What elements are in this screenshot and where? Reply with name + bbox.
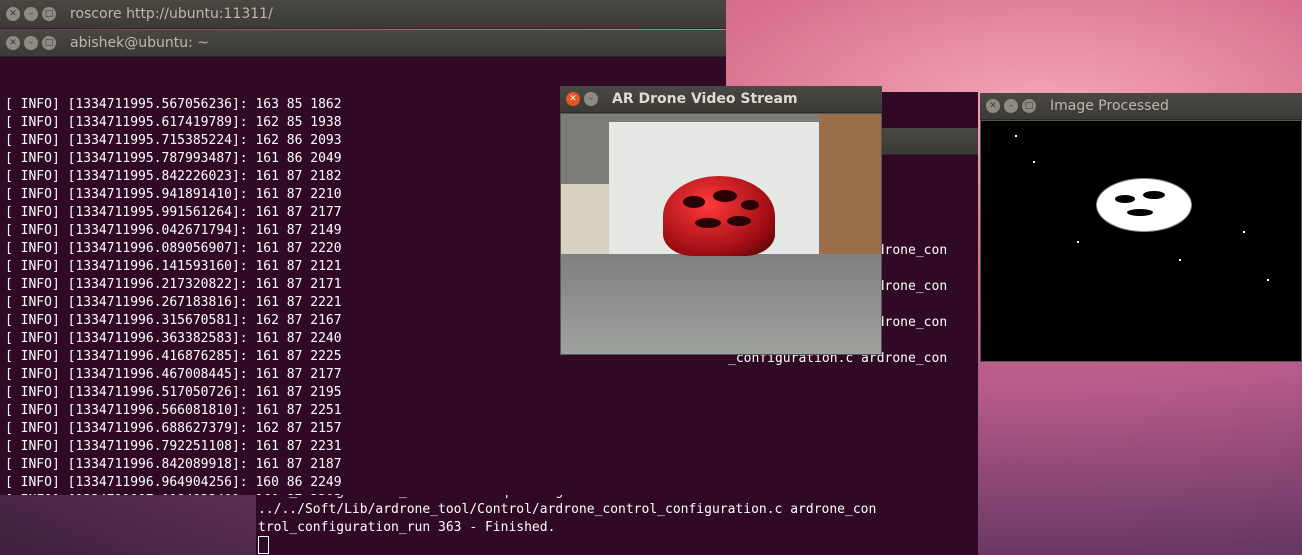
window-title: roscore http://ubuntu:11311/	[70, 6, 273, 22]
back-log-line: trol_configuration_run 363 - Finished.	[258, 520, 556, 535]
roscore-window[interactable]: ✕ – □ roscore http://ubuntu:11311/	[0, 0, 726, 30]
window-controls: ✕ – □	[6, 36, 56, 50]
window-controls: ✕ – □	[986, 99, 1036, 113]
log-line: [ INFO] [1334711996.842089918]: 161 87 2…	[5, 457, 342, 472]
terminal-cursor	[258, 536, 269, 554]
close-icon[interactable]: ✕	[6, 7, 20, 21]
video-window[interactable]: ✕ – AR Drone Video Stream	[560, 86, 882, 355]
processed-titlebar[interactable]: ✕ – □ Image Processed	[980, 93, 1302, 120]
minimize-icon[interactable]: –	[24, 7, 38, 21]
roscore-titlebar[interactable]: ✕ – □ roscore http://ubuntu:11311/	[0, 0, 726, 29]
minimize-icon[interactable]: –	[24, 36, 38, 50]
background-box	[561, 184, 611, 254]
processed-window[interactable]: ✕ – □ Image Processed	[980, 93, 1302, 362]
minimize-icon[interactable]: –	[1004, 99, 1018, 113]
red-helmet	[663, 176, 775, 256]
window-controls: ✕ –	[566, 92, 598, 106]
close-icon[interactable]: ✕	[6, 36, 20, 50]
back-log-line: ../../Soft/Lib/ardrone_tool/Control/ardr…	[258, 502, 877, 517]
maximize-icon[interactable]: □	[42, 7, 56, 21]
video-titlebar[interactable]: ✕ – AR Drone Video Stream	[560, 86, 882, 113]
log-line: [ INFO] [1334711996.566081810]: 161 87 2…	[5, 403, 342, 418]
minimize-icon[interactable]: –	[584, 92, 598, 106]
log-line: [ INFO] [1334711997.018492340]: 160 87 2…	[5, 492, 726, 495]
processed-frame	[980, 120, 1302, 362]
window-title: AR Drone Video Stream	[612, 91, 798, 107]
window-controls: ✕ – □	[6, 7, 56, 21]
window-title: Image Processed	[1050, 98, 1169, 114]
log-line: [ INFO] [1334711996.467008445]: 161 87 2…	[5, 367, 342, 382]
detected-blob	[1097, 179, 1191, 231]
window-title: abishek@ubuntu: ~	[70, 35, 210, 51]
floor	[561, 254, 881, 354]
log-line: [ INFO] [1334711996.792251108]: 161 87 2…	[5, 439, 342, 454]
close-icon[interactable]: ✕	[986, 99, 1000, 113]
video-frame	[560, 113, 882, 355]
log-line: [ INFO] [1334711996.517050726]: 161 87 2…	[5, 385, 342, 400]
maximize-icon[interactable]: □	[42, 36, 56, 50]
main-terminal-titlebar[interactable]: ✕ – □ abishek@ubuntu: ~	[0, 30, 726, 57]
background-door	[819, 114, 881, 254]
maximize-icon[interactable]: □	[1022, 99, 1036, 113]
log-line: [ INFO] [1334711996.964904256]: 160 86 2…	[5, 475, 342, 490]
log-line: [ INFO] [1334711996.688627379]: 162 87 2…	[5, 421, 342, 436]
close-icon[interactable]: ✕	[566, 92, 580, 106]
